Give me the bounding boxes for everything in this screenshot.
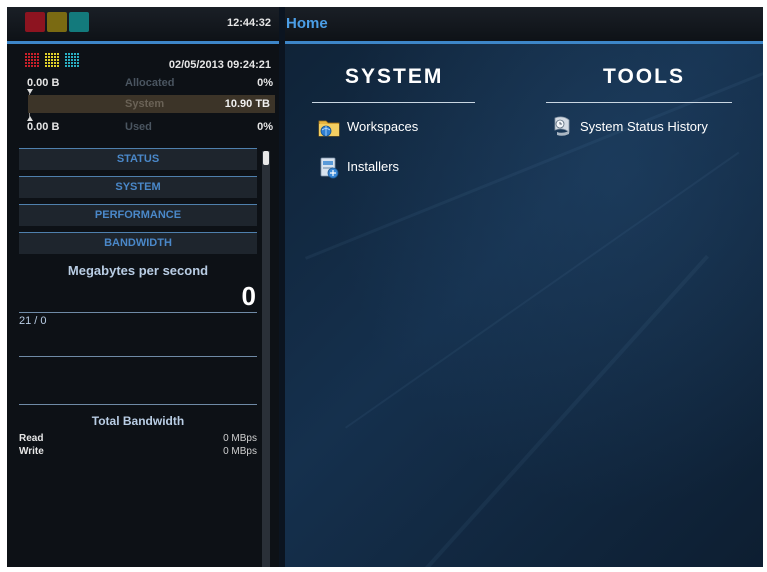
system-heading-rule <box>312 102 475 103</box>
background-streak <box>345 151 740 429</box>
yellow-grid-icon[interactable] <box>45 53 60 67</box>
left-scrollbar[interactable] <box>262 151 270 567</box>
app-window: 12:44:32 02/05/2013 09:24:21 0.00 B Allo… <box>7 7 763 567</box>
header-divider <box>7 41 279 44</box>
bandwidth-chart-title: Megabytes per second <box>67 263 209 278</box>
read-bandwidth-row: Read 0 MBps <box>19 433 257 444</box>
bandwidth-ratio: 21 / 0 <box>19 315 47 327</box>
system-capacity-bar: System 10.90 TB <box>28 95 275 113</box>
allocated-percent: 0% <box>257 77 273 89</box>
tools-heading: TOOLS <box>603 65 685 88</box>
allocated-value: 0.00 B <box>27 77 60 89</box>
clock: 12:44:32 <box>226 17 271 29</box>
used-row: 0.00 B Used 0% <box>25 119 275 136</box>
teal-grid-icon[interactable] <box>65 53 80 67</box>
chart-line-middle <box>19 356 257 357</box>
system-capacity-value: 10.90 TB <box>224 98 270 110</box>
workspaces-link-label[interactable]: Workspaces <box>347 119 418 134</box>
left-header: 12:44:32 <box>7 7 279 41</box>
system-status-history-link-label[interactable]: System Status History <box>580 119 708 134</box>
write-label: Write <box>19 446 44 457</box>
last-update-datetime: 02/05/2013 09:24:21 <box>168 59 271 71</box>
main-header: Home <box>285 7 763 41</box>
allocated-marker-icon <box>27 89 33 94</box>
used-percent: 0% <box>257 121 273 133</box>
installer-icon <box>320 157 339 179</box>
red-status-button[interactable] <box>25 12 45 32</box>
installers-link-label[interactable]: Installers <box>347 159 399 174</box>
bandwidth-menu-button[interactable]: BANDWIDTH <box>19 232 257 254</box>
main-header-divider <box>285 41 763 44</box>
left-panel: 12:44:32 02/05/2013 09:24:21 0.00 B Allo… <box>7 7 279 567</box>
bandwidth-current-value: 0 <box>241 281 256 311</box>
allocated-row: 0.00 B Allocated 0% <box>25 75 275 92</box>
main-content: Home SYSTEM Workspaces Installers TOOLS … <box>285 7 763 567</box>
performance-menu-button[interactable]: PERFORMANCE <box>19 204 257 226</box>
system-heading: SYSTEM <box>345 65 444 88</box>
left-scrollbar-thumb[interactable] <box>263 151 269 165</box>
read-label: Read <box>19 433 44 444</box>
write-bandwidth-row: Write 0 MBps <box>19 446 257 457</box>
total-bandwidth-title: Total Bandwidth <box>91 414 185 428</box>
status-menu-button[interactable]: STATUS <box>19 148 257 170</box>
page-title: Home <box>286 15 328 32</box>
write-value: 0 MBps <box>223 446 257 457</box>
folder-globe-icon <box>318 120 340 137</box>
used-value: 0.00 B <box>27 121 60 133</box>
system-menu-button[interactable]: SYSTEM <box>19 176 257 198</box>
status-history-icon <box>554 116 570 136</box>
red-grid-icon[interactable] <box>25 53 40 67</box>
allocated-label: Allocated <box>125 77 175 89</box>
yellow-status-button[interactable] <box>47 12 67 32</box>
used-label: Used <box>125 121 152 133</box>
tools-heading-rule <box>546 102 732 103</box>
chart-line-bottom <box>19 404 257 405</box>
read-value: 0 MBps <box>223 433 257 444</box>
system-capacity-label: System <box>125 98 165 110</box>
background-streak <box>425 254 710 567</box>
chart-line-top <box>19 312 257 313</box>
teal-status-button[interactable] <box>69 12 89 32</box>
